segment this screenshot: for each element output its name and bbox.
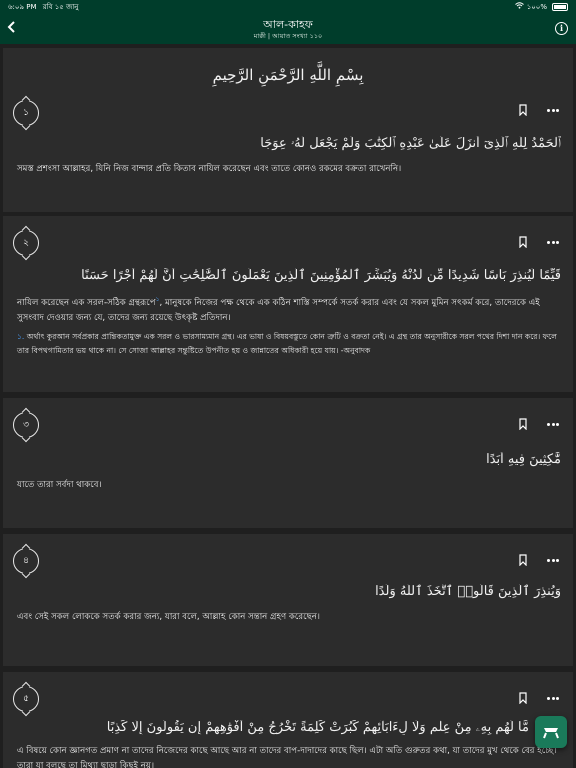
info-button[interactable]: i: [555, 22, 568, 35]
verse-number-badge: ৫: [13, 686, 39, 712]
verse-number-badge: ৪: [13, 548, 39, 574]
floating-audio-button[interactable]: [535, 716, 567, 748]
verse-translation: এ বিষয়ে কোন জ্ঞানগত প্রমাণ না তাদের নিজ…: [17, 746, 557, 768]
verse-translation: সমস্ত প্রশংসা আল্লাহর, যিনি নিজ বান্দার …: [17, 164, 402, 174]
rehal-icon: [543, 728, 559, 739]
verse-number-badge: ২: [13, 230, 39, 256]
verse-actions: [519, 236, 559, 250]
status-right: ১০০%: [514, 0, 568, 14]
more-options-icon[interactable]: [547, 559, 559, 562]
translation-part: নাযিল করেছেন এক সরল-সঠিক গ্রন্থরূপে: [17, 297, 156, 308]
verse-number-badge: ১: [13, 100, 39, 126]
verse-arabic: مَّا لَهُم بِهِۦ مِنْ عِلْمٍ وَلَا لِءَا…: [106, 720, 529, 735]
page-subtitle: মাক্কী | আয়াত সংখ্যা ১১০: [253, 32, 323, 40]
verse-footnote: ১. অর্থাৎ কুরআন সর্বপ্রকার প্রান্তিকতামু…: [17, 330, 561, 358]
verse-actions: [519, 692, 559, 706]
status-bar: ৬:০৯ PM রবি ১৫ জানু ১০০%: [0, 0, 576, 14]
footnote-text: অর্থাৎ কুরআন সর্বপ্রকার প্রান্তিকতামুক্ত…: [17, 332, 557, 355]
verse-translation: নাযিল করেছেন এক সরল-সঠিক গ্রন্থরূপে১, মা…: [17, 292, 561, 326]
bookmark-icon[interactable]: [519, 692, 527, 704]
verse-card: ২ قَيِّمًا لِّيُنذِرَ بَأْسًا شَدِيدًا م…: [3, 216, 573, 392]
verse-number: ৪: [23, 556, 29, 566]
wifi-icon: [514, 0, 524, 14]
app-header: আল-কাহফ মাক্কী | আয়াত সংখ্যা ১১০ i: [0, 14, 576, 44]
verse-number: ১: [23, 108, 29, 118]
verse-actions: [519, 418, 559, 432]
status-left: ৬:০৯ PM রবি ১৫ জানু: [8, 0, 83, 14]
bookmark-icon[interactable]: [519, 418, 527, 430]
battery-percent: ১০০%: [526, 3, 547, 11]
more-options-icon[interactable]: [547, 697, 559, 700]
status-time: ৬:০৯ PM: [8, 3, 37, 11]
more-options-icon[interactable]: [547, 109, 559, 112]
verse-card: بِسْمِ اللَّهِ الرَّحْمَنِ الرَّحِيمِ ১ …: [3, 48, 573, 212]
verse-arabic: مَّٰكِثِينَ فِيهِ أَبَدًا: [486, 452, 561, 467]
bookmark-icon[interactable]: [519, 554, 527, 566]
verse-number: ৫: [23, 694, 29, 704]
bookmark-icon[interactable]: [519, 236, 527, 248]
verse-card: ৩ مَّٰكِثِينَ فِيهِ أَبَدًا যাতে তারা সর…: [3, 398, 573, 528]
verse-arabic: وَيُنذِرَ ٱلَّذِينَ قَالُوا۟ ٱتَّخَذَ ٱل…: [375, 584, 561, 599]
verse-actions: [519, 554, 559, 568]
status-date: রবি ১৫ জানু: [42, 3, 79, 11]
verse-arabic: قَيِّمًا لِّيُنذِرَ بَأْسًا شَدِيدًا مِّ…: [81, 268, 561, 283]
bookmark-icon[interactable]: [519, 104, 527, 116]
verse-translation: যাতে তারা সর্বদা থাকবে।: [17, 480, 102, 490]
verse-card: ৪ وَيُنذِرَ ٱلَّذِينَ قَالُوا۟ ٱتَّخَذَ …: [3, 534, 573, 666]
footnote-number: ১.: [17, 332, 25, 341]
info-icon: i: [559, 23, 564, 33]
verse-card: ৫ مَّا لَهُم بِهِۦ مِنْ عِلْمٍ وَلَا لِء…: [3, 672, 573, 768]
battery-icon: [552, 3, 568, 11]
verse-arabic: ٱلْحَمْدُ لِلَّهِ ٱلَّذِىٓ أَنزَلَ عَلَى…: [260, 136, 561, 151]
bismillah: بِسْمِ اللَّهِ الرَّحْمَنِ الرَّحِيمِ: [212, 66, 364, 84]
verse-number: ২: [23, 238, 29, 248]
verse-number-badge: ৩: [13, 412, 39, 438]
verse-translation: এবং সেই সকল লোককে সতর্ক করার জন্য, যারা …: [17, 612, 320, 622]
more-options-icon[interactable]: [547, 241, 559, 244]
verse-number: ৩: [23, 420, 29, 430]
verse-actions: [519, 104, 559, 118]
more-options-icon[interactable]: [547, 423, 559, 426]
verse-list[interactable]: بِسْمِ اللَّهِ الرَّحْمَنِ الرَّحِيمِ ১ …: [0, 44, 576, 768]
